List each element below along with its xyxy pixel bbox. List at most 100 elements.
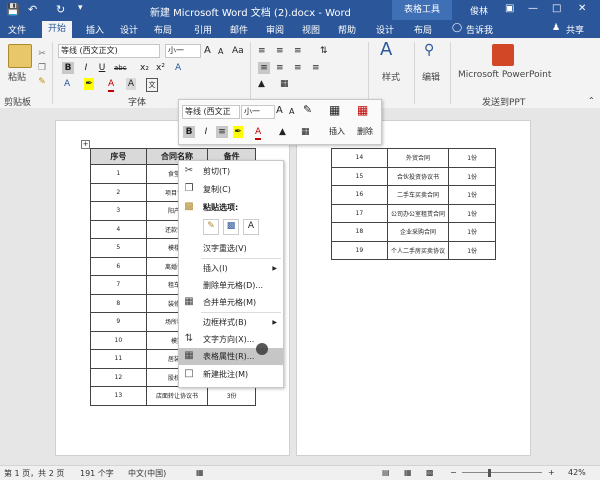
table-cell[interactable]: 3份 bbox=[207, 386, 256, 406]
tab-layout[interactable]: 布局 bbox=[154, 23, 172, 36]
table-cell[interactable]: 12 bbox=[90, 367, 147, 387]
proofing-icon[interactable]: ▦ bbox=[196, 468, 204, 477]
table-cell[interactable]: 1份 bbox=[448, 148, 496, 168]
multilevel-list-icon[interactable]: ≡ bbox=[294, 45, 302, 57]
mini-italic-button[interactable]: I bbox=[201, 126, 211, 138]
table-cell[interactable]: 14 bbox=[331, 148, 388, 168]
table-move-handle-icon[interactable]: + bbox=[81, 140, 90, 149]
menu-item-merge-cells[interactable]: ▦ 合并单元格(M) bbox=[179, 294, 283, 311]
mini-bold-button[interactable]: B bbox=[183, 126, 195, 138]
format-painter-icon[interactable]: ✎ bbox=[36, 76, 48, 88]
paste-button-label[interactable]: 粘贴 bbox=[8, 70, 26, 83]
font-name-combo[interactable]: 等线 (西文正文) bbox=[58, 44, 160, 58]
powerpoint-icon[interactable] bbox=[492, 44, 514, 66]
table-cell[interactable]: 13 bbox=[90, 386, 147, 406]
highlight-icon[interactable]: ✒ bbox=[84, 78, 94, 90]
table-cell[interactable]: 15 bbox=[331, 166, 388, 186]
tab-insert[interactable]: 插入 bbox=[86, 23, 104, 36]
tab-table-layout[interactable]: 布局 bbox=[414, 23, 432, 36]
mini-font-color-icon[interactable]: A bbox=[255, 126, 262, 140]
zoom-in-button[interactable]: + bbox=[548, 468, 555, 477]
table-cell[interactable]: 11 bbox=[90, 349, 147, 369]
page-count[interactable]: 第 1 页，共 2 页 bbox=[4, 468, 64, 479]
tab-review[interactable]: 审阅 bbox=[266, 23, 284, 36]
menu-item-reselect[interactable]: 汉字重选(V) bbox=[179, 240, 283, 257]
table-cell[interactable]: 10 bbox=[90, 330, 147, 350]
mini-font-name-combo[interactable]: 等线 (西文正 bbox=[182, 105, 240, 119]
paste-icon[interactable] bbox=[8, 44, 32, 68]
table-cell[interactable]: 3 bbox=[90, 201, 147, 221]
print-layout-icon[interactable]: ▦ bbox=[404, 468, 412, 477]
mini-delete-button[interactable]: 删除 bbox=[357, 126, 373, 138]
tab-design[interactable]: 设计 bbox=[120, 23, 138, 36]
read-mode-icon[interactable]: ▤ bbox=[382, 468, 390, 477]
table-cell[interactable]: 1份 bbox=[448, 240, 496, 260]
grow-font-icon[interactable]: A bbox=[204, 45, 211, 57]
table-cell[interactable]: 19 bbox=[331, 240, 388, 260]
table-cell[interactable]: 1 bbox=[90, 164, 147, 184]
styles-icon[interactable]: A bbox=[380, 41, 392, 59]
table-cell[interactable]: 1份 bbox=[448, 185, 496, 205]
table-cell[interactable]: 1份 bbox=[448, 166, 496, 186]
mini-shading-icon[interactable]: ▲ bbox=[279, 126, 286, 138]
zoom-level[interactable]: 42% bbox=[568, 468, 586, 477]
shrink-font-icon[interactable]: A bbox=[289, 106, 294, 118]
cut-icon[interactable]: ✂ bbox=[36, 48, 48, 60]
collapse-ribbon-icon[interactable]: ⌃ bbox=[588, 95, 595, 107]
table-header-cell[interactable]: 序号 bbox=[90, 148, 147, 165]
contracts-table-continued[interactable]: 14 外贸合同 1份 15 合伙投资协议书 1份 16 二手车买卖合同 1份 17 公司办公室租赁合… bbox=[331, 148, 496, 260]
word-count[interactable]: 191 个字 bbox=[80, 468, 114, 479]
sort-icon[interactable]: ⇅ bbox=[320, 45, 328, 57]
align-right-icon[interactable]: ≡ bbox=[294, 62, 302, 74]
user-name[interactable]: 俊林 bbox=[470, 4, 488, 17]
font-size-combo[interactable]: 小一 bbox=[165, 44, 201, 58]
strikethrough-button[interactable]: abc bbox=[114, 62, 127, 74]
table-cell[interactable]: 4 bbox=[90, 219, 147, 239]
menu-item-copy[interactable]: ❐ 复制(C) bbox=[179, 181, 283, 198]
share-icon[interactable]: ♟ bbox=[552, 23, 560, 33]
table-cell[interactable]: 店面转让协议书 bbox=[145, 386, 209, 406]
underline-button[interactable]: U bbox=[96, 62, 108, 74]
align-left-icon[interactable]: ≡ bbox=[258, 62, 270, 74]
mini-insert-button[interactable]: 插入 bbox=[329, 126, 345, 138]
menu-item-new-comment[interactable]: □ 新建批注(M) bbox=[179, 366, 283, 383]
tab-help[interactable]: 帮助 bbox=[338, 23, 356, 36]
mini-borders-icon[interactable]: ▦ bbox=[301, 126, 310, 138]
insert-table-icon[interactable]: ▦ bbox=[329, 104, 340, 116]
tab-table-design[interactable]: 设计 bbox=[376, 23, 394, 36]
mini-highlight-icon[interactable]: ✒ bbox=[233, 126, 243, 138]
close-icon[interactable]: ✕ bbox=[578, 3, 586, 14]
delete-table-icon[interactable]: ▦ bbox=[357, 104, 368, 116]
shading-icon[interactable]: ▲ bbox=[258, 78, 265, 90]
send-to-powerpoint-button[interactable]: Microsoft PowerPoint bbox=[458, 70, 551, 80]
language[interactable]: 中文(中国) bbox=[128, 468, 166, 479]
table-cell[interactable]: 公司办公室租赁合同 bbox=[386, 203, 450, 223]
table-cell[interactable]: 9 bbox=[90, 312, 147, 332]
customize-quick-access-icon[interactable]: ▾ bbox=[78, 3, 83, 13]
undo-icon[interactable]: ↶ bbox=[28, 3, 37, 16]
zoom-out-button[interactable]: − bbox=[450, 468, 457, 477]
table-cell[interactable]: 企业采购合同 bbox=[386, 222, 450, 242]
minimize-icon[interactable]: — bbox=[528, 3, 538, 14]
paste-text-only-icon[interactable]: A bbox=[243, 219, 259, 235]
tell-me-box[interactable]: 告诉我 bbox=[466, 23, 493, 36]
table-cell[interactable]: 1份 bbox=[448, 222, 496, 242]
styles-button-label[interactable]: 样式 bbox=[382, 70, 400, 83]
italic-button[interactable]: I bbox=[80, 62, 92, 74]
find-icon[interactable]: ⚲ bbox=[424, 43, 434, 57]
text-effects-icon[interactable]: A bbox=[64, 78, 70, 90]
menu-item-cut[interactable]: ✂ 剪切(T) bbox=[179, 163, 283, 180]
table-cell[interactable]: 外贸合同 bbox=[386, 148, 450, 168]
table-cell[interactable]: 1份 bbox=[448, 203, 496, 223]
superscript-icon[interactable]: x² bbox=[156, 62, 165, 74]
table-cell[interactable]: 8 bbox=[90, 293, 147, 313]
bold-button[interactable]: B bbox=[62, 62, 74, 74]
table-cell[interactable]: 7 bbox=[90, 275, 147, 295]
table-cell[interactable]: 6 bbox=[90, 256, 147, 276]
tab-view[interactable]: 视图 bbox=[302, 23, 320, 36]
bullets-icon[interactable]: ≡ bbox=[258, 45, 266, 57]
char-shading-icon[interactable]: A bbox=[126, 78, 136, 90]
table-cell[interactable]: 18 bbox=[331, 222, 388, 242]
table-cell[interactable]: 合伙投资协议书 bbox=[386, 166, 450, 186]
paste-merge-formatting-icon[interactable]: ▩ bbox=[223, 219, 239, 235]
